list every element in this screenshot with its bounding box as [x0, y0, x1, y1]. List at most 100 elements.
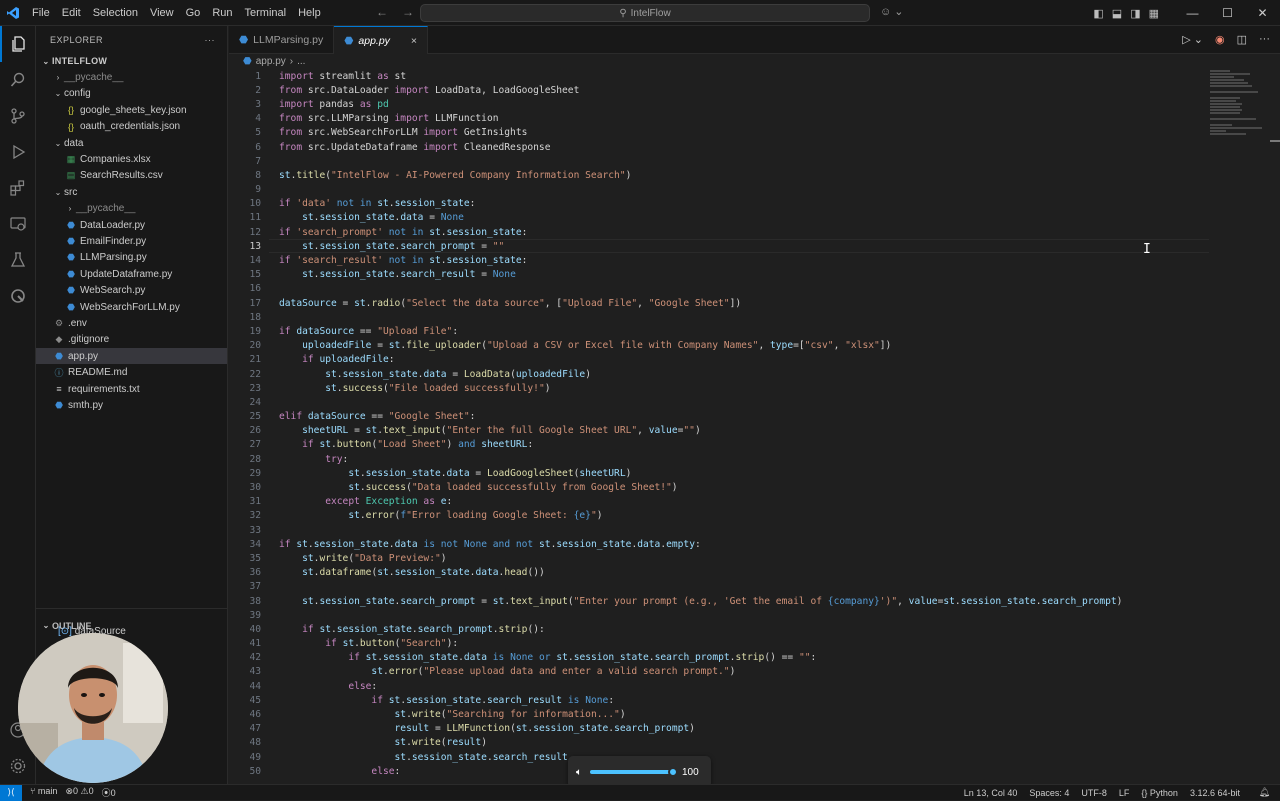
tree-file[interactable]: ⬣ LLMParsing.py — [36, 250, 227, 266]
code-line[interactable]: 24 — [229, 395, 1209, 409]
code-line[interactable]: 9 — [229, 183, 1209, 197]
code-line[interactable]: 4 from src.LLMParsing import LLMFunction — [229, 112, 1209, 126]
code-line[interactable]: 34 if st.session_state.data is not None a… — [229, 537, 1209, 551]
code-line[interactable]: 5 from src.WebSearchForLLM import GetInsi… — [229, 126, 1209, 140]
code-line[interactable]: 7 — [229, 154, 1209, 168]
run-file-icon[interactable]: ▷ ⌄ — [1182, 33, 1203, 46]
encoding[interactable]: UTF-8 — [1081, 788, 1107, 798]
code-line[interactable]: 33 — [229, 523, 1209, 537]
code-line[interactable]: 25 elif dataSource == "Google Sheet": — [229, 410, 1209, 424]
code-line[interactable]: 27 if st.button("Load Sheet") and sheetU… — [229, 438, 1209, 452]
code-line[interactable]: 17 dataSource = st.radio("Select the data… — [229, 296, 1209, 310]
toggle-sidebar-icon[interactable]: ◧ — [1093, 7, 1103, 20]
tree-file[interactable]: ⬣ smth.py — [36, 397, 227, 413]
tree-file[interactable]: ⬣ EmailFinder.py — [36, 233, 227, 249]
tree-folder[interactable]: › __pycache__ — [36, 201, 227, 217]
toggle-secondary-sidebar-icon[interactable]: ◨ — [1130, 7, 1140, 20]
code-line[interactable]: 42 if st.session_state.data is None or s… — [229, 651, 1209, 665]
code-editor[interactable]: 1 import streamlit as st 2 from src.DataLoa… — [229, 69, 1209, 784]
code-line[interactable]: 28 try: — [229, 452, 1209, 466]
command-center-search[interactable]: ⚲ IntelFlow — [420, 4, 870, 22]
code-line[interactable]: 2 from src.DataLoader import LoadData, Lo… — [229, 83, 1209, 97]
tree-folder[interactable]: ⌄ INTELFLOW — [36, 53, 227, 69]
code-line[interactable]: 15 st.session_state.search_result = None — [229, 268, 1209, 282]
remote-explorer-icon[interactable] — [0, 206, 36, 242]
explorer-icon[interactable] — [0, 26, 36, 62]
code-line[interactable]: 41 if st.button("Search"): — [229, 637, 1209, 651]
code-line[interactable]: 1 import streamlit as st — [229, 69, 1209, 83]
tree-folder[interactable]: ⌄ data — [36, 135, 227, 151]
code-line[interactable]: 35 st.write("Data Preview:") — [229, 551, 1209, 565]
customize-layout-icon[interactable]: ▦ — [1149, 7, 1159, 20]
tree-folder[interactable]: › __pycache__ — [36, 69, 227, 85]
code-line[interactable]: 11 st.session_state.data = None — [229, 211, 1209, 225]
forward-arrow-icon[interactable]: → — [402, 5, 414, 19]
code-line[interactable]: 40 if st.session_state.search_prompt.str… — [229, 622, 1209, 636]
tree-file[interactable]: {} google_sheets_key.json — [36, 102, 227, 118]
settings-gear-icon[interactable] — [0, 748, 36, 784]
code-line[interactable]: 29 st.session_state.data = LoadGoogleShe… — [229, 466, 1209, 480]
tree-file[interactable]: ⬣ WebSearch.py — [36, 282, 227, 298]
code-line[interactable]: 20 uploadedFile = st.file_uploader("Uplo… — [229, 339, 1209, 353]
code-line[interactable]: 48 st.write(result) — [229, 736, 1209, 750]
code-line[interactable]: 43 st.error("Please upload data and ente… — [229, 665, 1209, 679]
code-line[interactable]: 50 else: — [229, 764, 1209, 778]
code-line[interactable]: 38 st.session_state.search_prompt = st.t… — [229, 594, 1209, 608]
more-actions-icon[interactable]: ··· — [205, 35, 216, 45]
code-line[interactable]: 44 else: — [229, 679, 1209, 693]
code-line[interactable]: 22 st.session_state.data = LoadData(uplo… — [229, 367, 1209, 381]
code-line[interactable]: 37 — [229, 580, 1209, 594]
remote-indicator-icon[interactable]: ⟩⟨ — [0, 784, 22, 801]
tab-app-py[interactable]: ⬣ app.py × — [334, 26, 429, 54]
tree-file[interactable]: ▦ Companies.xlsx — [36, 151, 227, 167]
language-mode[interactable]: {} Python — [1141, 788, 1178, 798]
menu-item-selection[interactable]: Selection — [87, 7, 144, 19]
code-line[interactable]: 45 if st.session_state.search_result is … — [229, 693, 1209, 707]
copilot-chat-icon[interactable] — [0, 278, 36, 314]
more-actions-icon[interactable]: ··· — [1259, 33, 1270, 46]
menu-item-edit[interactable]: Edit — [56, 7, 87, 19]
scrollbar-thumb[interactable] — [1270, 140, 1280, 142]
minimap[interactable] — [1210, 69, 1270, 149]
tree-file[interactable]: ◆ .gitignore — [36, 332, 227, 348]
code-line[interactable]: 21 if uploadedFile: — [229, 353, 1209, 367]
tree-file[interactable]: ≡ requirements.txt — [36, 381, 227, 397]
code-line[interactable]: 3 import pandas as pd — [229, 97, 1209, 111]
record-icon[interactable]: ◉ — [1215, 33, 1225, 46]
menu-item-terminal[interactable]: Terminal — [239, 7, 293, 19]
code-line[interactable]: 49 st.session_state.search_result — [229, 750, 1209, 764]
tree-file[interactable]: {} oauth_credentials.json — [36, 119, 227, 135]
copilot-icon[interactable]: ☺ ⌄ — [880, 5, 904, 18]
code-line[interactable]: 6 from src.UpdateDataframe import Cleaned… — [229, 140, 1209, 154]
search-icon[interactable] — [0, 62, 36, 98]
notifications-bell-icon[interactable]: 🔔︎ — [1259, 787, 1270, 798]
source-control-icon[interactable] — [0, 98, 36, 134]
tree-folder[interactable]: ⌄ config — [36, 86, 227, 102]
breadcrumb-rest[interactable]: ... — [297, 56, 305, 67]
split-editor-icon[interactable]: ◫ — [1237, 33, 1247, 46]
code-line[interactable]: 46 st.write("Searching for information..… — [229, 707, 1209, 721]
code-line[interactable]: 23 st.success("File loaded successfully!… — [229, 381, 1209, 395]
tree-file[interactable]: ⬣ WebSearchForLLM.py — [36, 299, 227, 315]
code-line[interactable]: 32 st.error(f"Error loading Google Sheet… — [229, 509, 1209, 523]
minimize-button[interactable]: — — [1175, 6, 1210, 20]
code-line[interactable]: 39 — [229, 608, 1209, 622]
tab-llmparsing[interactable]: ⬣ LLMParsing.py — [229, 26, 335, 54]
code-line[interactable]: 31 except Exception as e: — [229, 495, 1209, 509]
code-line[interactable]: 36 st.dataframe(st.session_state.data.he… — [229, 566, 1209, 580]
code-line[interactable]: 12 if 'search_prompt' not in st.session_s… — [229, 225, 1209, 239]
menu-item-run[interactable]: Run — [206, 7, 238, 19]
speaker-icon[interactable]: 🔈︎ — [576, 767, 582, 778]
back-arrow-icon[interactable]: ← — [376, 5, 388, 19]
extensions-icon[interactable] — [0, 170, 36, 206]
code-line[interactable]: 19 if dataSource == "Upload File": — [229, 324, 1209, 338]
code-line[interactable]: 16 — [229, 282, 1209, 296]
tree-file[interactable]: ⚙ .env — [36, 315, 227, 331]
python-interpreter[interactable]: 3.12.6 64-bit — [1190, 788, 1240, 798]
code-line[interactable]: 30 st.success("Data loaded successfully … — [229, 480, 1209, 494]
code-line[interactable]: 13 st.session_state.search_prompt = "" — [229, 239, 1209, 254]
tree-file[interactable]: ▤ SearchResults.csv — [36, 168, 227, 184]
code-line[interactable]: 8 st.title("IntelFlow - AI-Powered Compan… — [229, 168, 1209, 182]
toggle-panel-icon[interactable]: ⬓ — [1112, 7, 1122, 20]
tree-file[interactable]: ⬣ app.py — [36, 348, 227, 365]
